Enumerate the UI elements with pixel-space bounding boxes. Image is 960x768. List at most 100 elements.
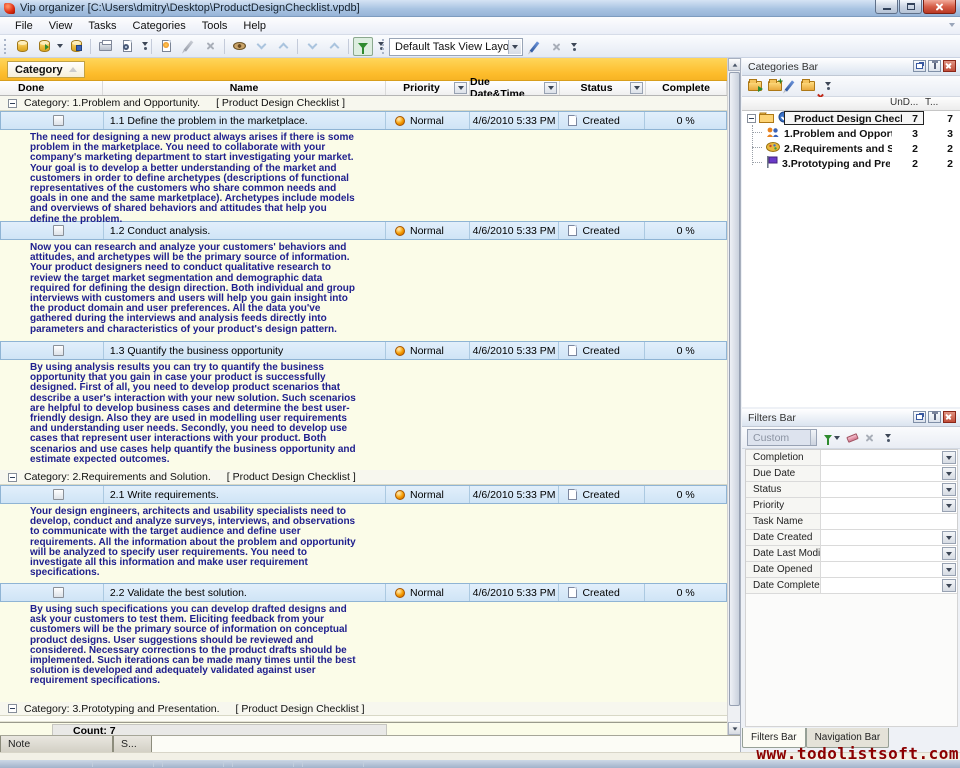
menu-file[interactable]: File <box>7 18 41 34</box>
group-row[interactable]: Category: 3.Prototyping and Presentation… <box>0 702 727 716</box>
tree-row-category[interactable]: 3.Prototyping and Presentation 2 2 <box>742 156 960 171</box>
delete-task-button[interactable] <box>200 37 220 56</box>
tree-row-category[interactable]: 1.Problem and Opportunity. 3 3 <box>742 126 960 141</box>
filter-preset-combo[interactable]: Custom <box>747 429 817 446</box>
toolbar-grip[interactable] <box>4 39 7 54</box>
filter-dropdown-button[interactable] <box>942 579 956 592</box>
column-header-complete[interactable]: Complete <box>646 81 727 95</box>
panel-pin-button[interactable] <box>928 60 941 72</box>
done-checkbox[interactable] <box>53 225 64 236</box>
priority-filter-button[interactable] <box>454 82 467 94</box>
move-down-button[interactable] <box>251 37 271 56</box>
filter-row-task-name[interactable]: Task Name <box>746 514 957 530</box>
filter-row-priority[interactable]: Priority <box>746 498 957 514</box>
panel-pin-button[interactable] <box>928 411 941 423</box>
add-category-button[interactable] <box>748 81 762 91</box>
edit-category-button[interactable] <box>788 80 791 92</box>
menu-tools[interactable]: Tools <box>194 18 236 34</box>
done-checkbox[interactable] <box>53 345 64 356</box>
menubar-overflow-icon[interactable] <box>949 23 955 27</box>
categories-overflow-icon[interactable] <box>825 82 831 90</box>
edit-layout-button[interactable] <box>524 37 544 56</box>
task-row[interactable]: 1.2 Conduct analysis. Normal 4/6/2010 5:… <box>0 221 727 240</box>
task-row[interactable]: 1.3 Quantify the business opportunity No… <box>0 341 727 360</box>
task-row[interactable]: 2.1 Write requirements. Normal 4/6/2010 … <box>0 485 727 504</box>
collapse-icon[interactable] <box>8 99 17 108</box>
done-checkbox[interactable] <box>53 587 64 598</box>
move-up-button[interactable] <box>273 37 293 56</box>
filter-row-due-date[interactable]: Due Date <box>746 466 957 482</box>
filter-dropdown-button[interactable] <box>942 499 956 512</box>
new-task-button[interactable] <box>156 37 176 56</box>
filter-row-date-completed[interactable]: Date Completed <box>746 578 957 594</box>
column-header-name[interactable]: Name <box>103 81 386 95</box>
combo-dropdown-icon[interactable] <box>508 40 521 54</box>
print-preview-button[interactable] <box>117 37 137 56</box>
filter-toggle-button[interactable] <box>353 37 373 56</box>
task-row[interactable]: 1.1 Define the problem in the marketplac… <box>0 111 727 130</box>
close-button[interactable] <box>923 0 956 14</box>
done-checkbox[interactable] <box>53 115 64 126</box>
layout-toolbar-grip[interactable] <box>382 39 385 54</box>
clear-filter-button[interactable] <box>847 435 858 441</box>
apply-filter-button[interactable] <box>824 435 840 440</box>
due-filter-button[interactable] <box>544 82 557 94</box>
delete-category-button[interactable] <box>801 81 815 91</box>
print-button[interactable] <box>95 37 115 56</box>
undone-column-header[interactable]: UnD... <box>890 97 918 108</box>
filter-row-date-last-modified[interactable]: Date Last Modified <box>746 546 957 562</box>
tree-row-category[interactable]: 2.Requirements and Solution 2 2 <box>742 141 960 156</box>
tree-row-root[interactable]: Product Design Checklist 7 7 <box>742 111 960 126</box>
filter-row-status[interactable]: Status <box>746 482 957 498</box>
filter-dropdown-button[interactable] <box>942 547 956 560</box>
move-top-button[interactable] <box>324 37 344 56</box>
panel-float-button[interactable] <box>913 411 926 423</box>
view-task-button[interactable] <box>229 37 249 56</box>
filters-overflow-icon[interactable] <box>885 434 891 442</box>
new-database-button[interactable] <box>12 37 32 56</box>
status-filter-button[interactable] <box>630 82 643 94</box>
panel-float-button[interactable] <box>913 60 926 72</box>
edit-task-button[interactable] <box>178 37 198 56</box>
task-view-layout-combo[interactable]: Default Task View Layout <box>389 38 523 56</box>
scrollbar-thumb[interactable] <box>729 72 740 706</box>
filter-row-date-created[interactable]: Date Created <box>746 530 957 546</box>
maximize-button[interactable] <box>899 0 922 14</box>
combo-dropdown-icon[interactable] <box>810 430 816 445</box>
filter-dropdown-button[interactable] <box>942 483 956 496</box>
tab-schedule[interactable]: S... <box>113 736 152 753</box>
layout-overflow-icon[interactable] <box>571 43 577 51</box>
column-header-due[interactable]: Due Date&Time <box>470 81 560 95</box>
filter-row-date-opened[interactable]: Date Opened <box>746 562 957 578</box>
delete-layout-button[interactable] <box>546 37 566 56</box>
open-database-button[interactable] <box>34 37 54 56</box>
group-by-category-button[interactable]: Category <box>7 61 85 78</box>
collapse-icon[interactable] <box>8 704 17 713</box>
remove-filter-button[interactable] <box>865 433 874 442</box>
total-column-header[interactable]: T... <box>925 97 938 108</box>
panel-close-button[interactable] <box>943 60 956 72</box>
filter-dropdown-button[interactable] <box>942 563 956 576</box>
tab-note[interactable]: Note <box>0 736 113 753</box>
task-row[interactable]: 2.2 Validate the best solution. Normal 4… <box>0 583 727 602</box>
menu-tasks[interactable]: Tasks <box>80 18 124 34</box>
menu-categories[interactable]: Categories <box>125 18 194 34</box>
filter-dropdown-button[interactable] <box>942 451 956 464</box>
column-header-priority[interactable]: Priority <box>386 81 470 95</box>
group-row[interactable]: Category: 2.Requirements and Solution. [… <box>0 470 727 485</box>
save-database-button[interactable] <box>66 37 86 56</box>
move-bottom-button[interactable] <box>302 37 322 56</box>
menu-help[interactable]: Help <box>235 18 274 34</box>
group-row[interactable]: Category: 1.Problem and Opportunity. [ P… <box>0 96 727 111</box>
done-checkbox[interactable] <box>53 489 64 500</box>
filter-row-completion[interactable]: Completion <box>746 450 957 466</box>
print-overflow-icon[interactable] <box>142 42 148 50</box>
collapse-icon[interactable] <box>8 473 17 482</box>
panel-close-button[interactable] <box>943 411 956 423</box>
filter-dropdown-button[interactable] <box>942 467 956 480</box>
column-header-status[interactable]: Status <box>560 81 646 95</box>
menu-view[interactable]: View <box>41 18 81 34</box>
column-header-done[interactable]: Done <box>0 81 103 95</box>
add-subcategory-button[interactable]: + <box>768 81 782 91</box>
grid-scrollbar[interactable] <box>727 58 740 735</box>
